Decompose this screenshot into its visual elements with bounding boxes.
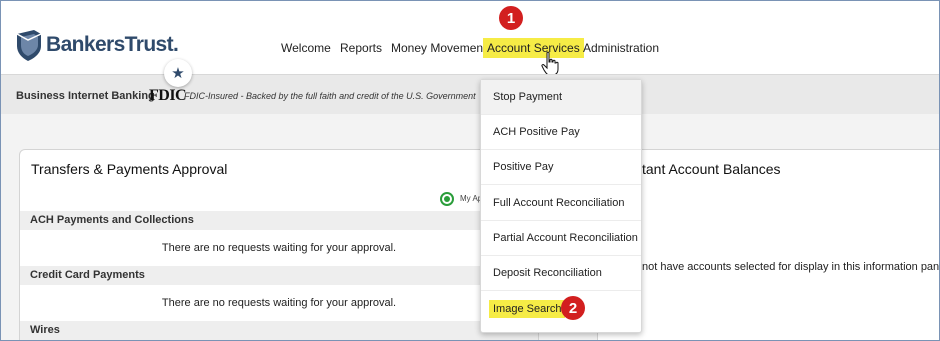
section-credit-card-payments: Credit Card Payments: [20, 266, 538, 285]
fdic-logo: FDIC: [149, 87, 187, 104]
shield-logo-icon: [16, 30, 42, 61]
menu-item-full-account-reconciliation[interactable]: Full Account Reconciliation: [481, 186, 641, 221]
panel-title: Transfers & Payments Approval: [31, 161, 228, 177]
nav-welcome[interactable]: Welcome: [277, 38, 335, 58]
radio-label: My Ap: [460, 194, 483, 203]
section-ach-payments: ACH Payments and Collections: [20, 211, 538, 230]
menu-item-positive-pay[interactable]: Positive Pay: [481, 150, 641, 185]
panel-title: tant Account Balances: [642, 161, 781, 177]
credit-card-empty-message: There are no requests waiting for your a…: [161, 297, 397, 309]
menu-item-deposit-reconciliation[interactable]: Deposit Reconciliation: [481, 256, 641, 291]
nav-account-services[interactable]: Account Services: [483, 38, 584, 58]
sub-header-bar: Business Internet Banking FDIC FDIC-Insu…: [1, 74, 939, 114]
my-approvals-radio[interactable]: [440, 192, 454, 206]
star-icon: ★: [164, 59, 192, 87]
nav-money-movement[interactable]: Money Movement: [387, 38, 490, 58]
fdic-disclaimer: FDIC-Insured - Backed by the full faith …: [184, 91, 476, 101]
step-badge-2: 2: [561, 296, 585, 320]
dashboard-area: Transfers & Payments Approval My Ap ACH …: [1, 114, 940, 340]
account-services-menu: Stop Payment ACH Positive Pay Positive P…: [480, 79, 642, 333]
nav-administration[interactable]: Administration: [579, 38, 663, 58]
menu-item-partial-account-reconciliation[interactable]: Partial Account Reconciliation: [481, 221, 641, 256]
balances-empty-message: not have accounts selected for display i…: [642, 261, 940, 273]
step-badge-1: 1: [499, 6, 523, 30]
business-banking-title: Business Internet Banking: [16, 90, 155, 102]
transfers-approval-panel: Transfers & Payments Approval My Ap ACH …: [19, 149, 539, 340]
nav-reports[interactable]: Reports: [336, 38, 386, 58]
bankers-trust-logo[interactable]: BankersTrust.: [14, 28, 179, 62]
ach-empty-message: There are no requests waiting for your a…: [161, 242, 397, 254]
section-wires: Wires: [20, 321, 538, 340]
account-balances-panel: tant Account Balances not have accounts …: [597, 149, 940, 340]
menu-item-stop-payment[interactable]: Stop Payment: [481, 80, 641, 115]
top-header: BankersTrust. Welcome Reports Money Move…: [1, 1, 939, 76]
app-window: BankersTrust. Welcome Reports Money Move…: [0, 0, 940, 341]
brand-name: BankersTrust.: [46, 33, 179, 56]
menu-item-ach-positive-pay[interactable]: ACH Positive Pay: [481, 115, 641, 150]
